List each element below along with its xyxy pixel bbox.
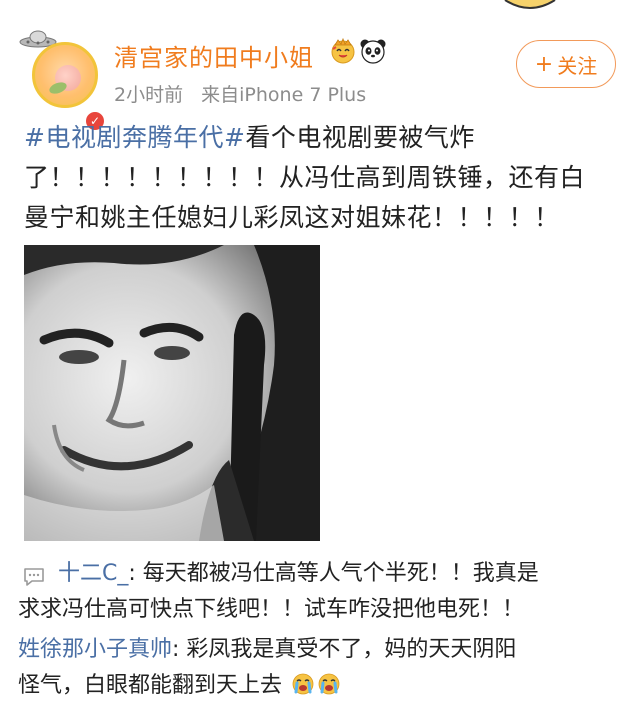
follow-label: 关注 [557,53,598,78]
comment-text: 怪气，白眼都能翻到天上去 [18,673,283,698]
comment-item[interactable]: 姓徐那小子真帅: 彩凤我是真受不了，妈的天天阴阳 怪气，白眼都能翻到天上去 [18,632,598,704]
comment-author[interactable]: 姓徐那小子真帅 [18,637,172,662]
post-text-line: #电视剧奔腾年代#看个电视剧要被气炸 [24,123,475,152]
comment-text: : 每天都被冯仕高等人气个半死！！我真是 [128,561,539,586]
follow-button[interactable]: + 关注 [516,40,616,88]
post-image[interactable] [24,245,320,541]
comment-icon [24,568,44,586]
post-text-line: 了！！！！！！！！！从冯仕高到周铁锤，还有白 [24,163,586,192]
post-header: ✓ 清宫家的田中小姐 2小时前 来自iPhone 7 Plus + 关注 [0,0,640,132]
panda-emoji-icon [360,39,386,64]
avatar[interactable] [32,42,98,108]
post-text-line: 曼宁和姚主任媳妇儿彩凤这对姐妹花！！！！！ [24,203,560,232]
avatar-container[interactable]: ✓ [18,26,106,132]
post-time: 2小时前 [114,84,184,106]
crown-emoji-icon [331,37,355,64]
plus-icon: + [534,51,554,77]
post-meta: 2小时前 来自iPhone 7 Plus [114,80,378,107]
username[interactable]: 清宫家的田中小姐 [114,38,314,73]
post-text: #电视剧奔腾年代#看个电视剧要被气炸 了！！！！！！！！！从冯仕高到周铁锤，还有… [24,118,624,238]
comment-text: 求求冯仕高可快点下线吧！！试车咋没把他电死！！ [18,597,525,622]
top-decoration-icon [504,0,556,9]
comment-author[interactable]: 十二C_ [58,561,128,586]
comment-text: : 彩凤我是真受不了，妈的天天阴阳 [172,637,517,662]
hashtag-link[interactable]: #电视剧奔腾年代# [24,123,245,152]
crying-emoji-icon [318,673,340,695]
crying-emoji-icon [292,673,314,695]
meme-face-image [24,245,320,541]
post-source[interactable]: 来自iPhone 7 Plus [201,84,366,106]
comment-item[interactable]: 十二C_: 每天都被冯仕高等人气个半死！！我真是 求求冯仕高可快点下线吧！！试车… [18,556,638,628]
